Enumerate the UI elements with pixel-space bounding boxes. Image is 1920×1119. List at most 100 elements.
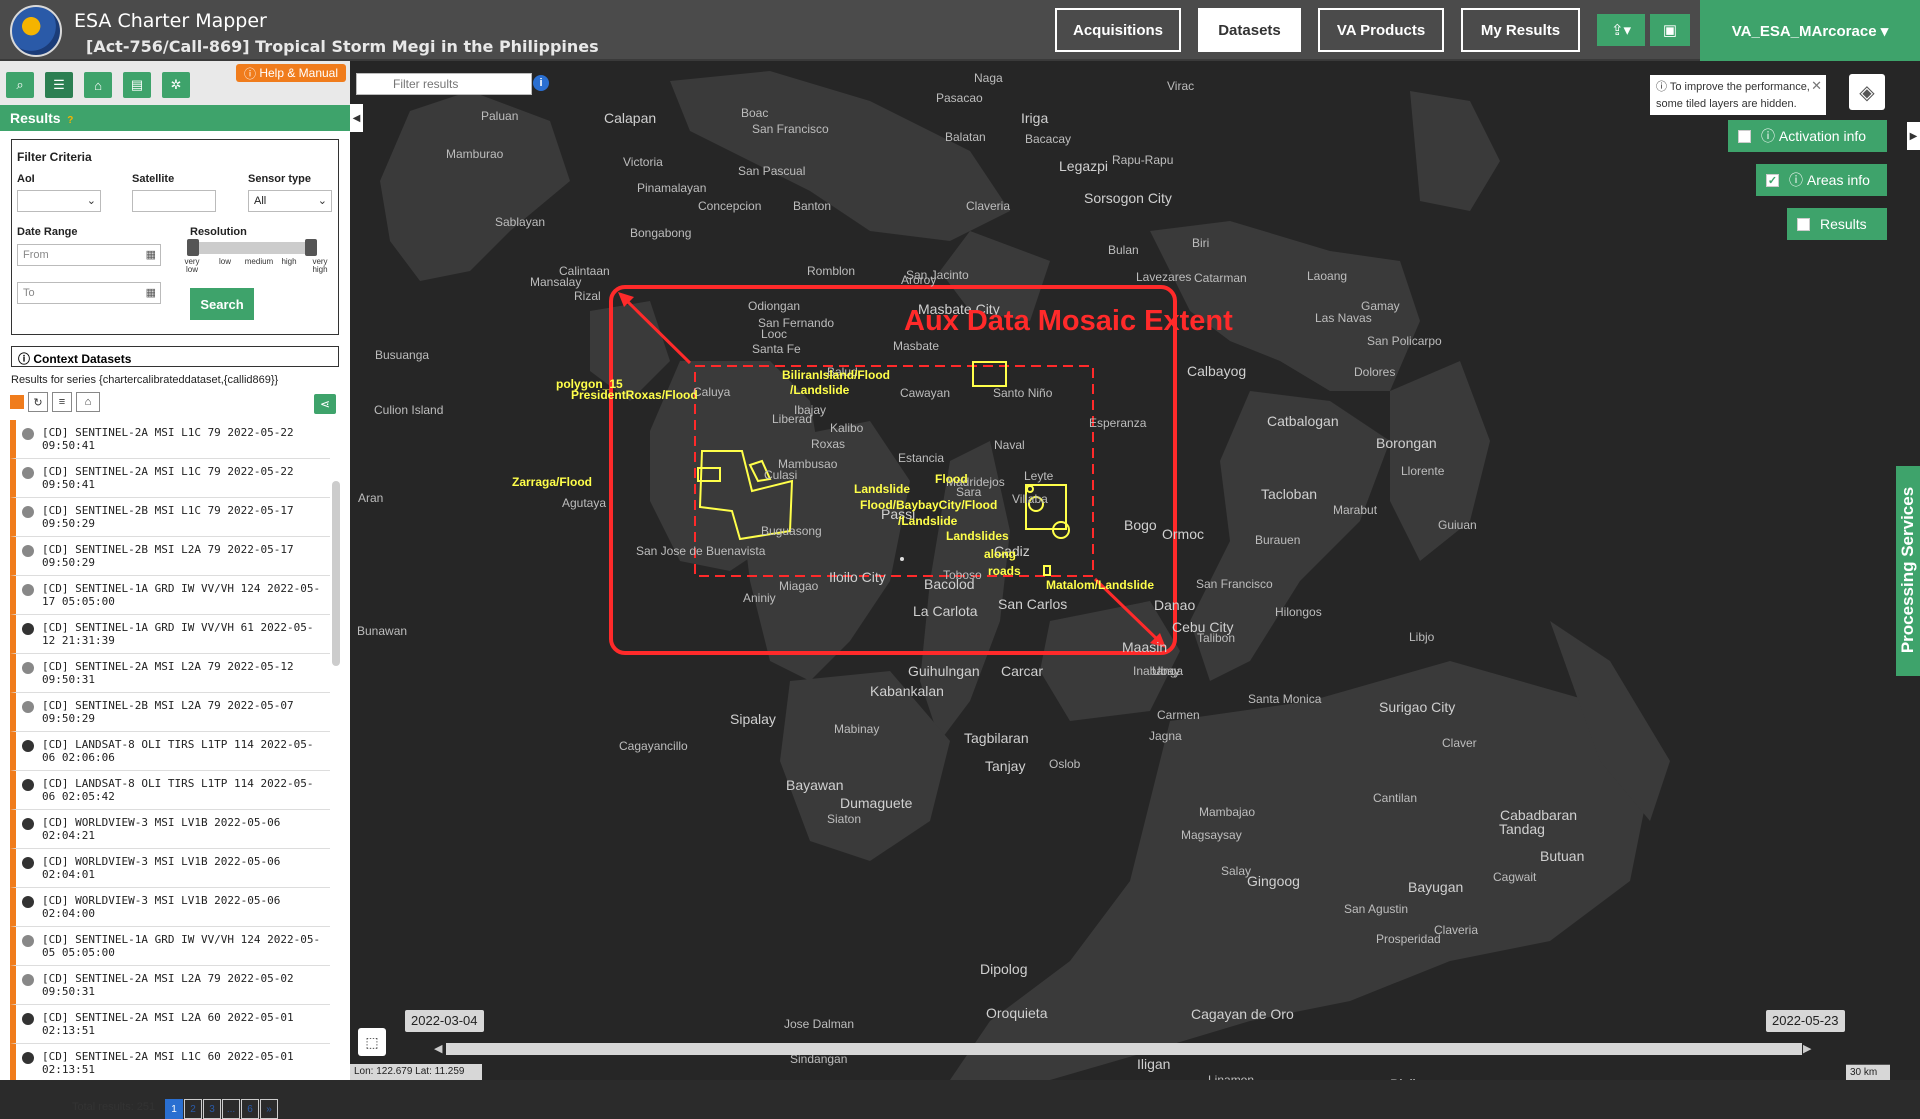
aoi-label[interactable]: Flood/BaybayCity/Flood: [860, 499, 997, 512]
briefcase-icon[interactable]: ▣: [1650, 14, 1690, 46]
calendar-icon[interactable]: ▦: [146, 286, 156, 299]
nav-acquisitions-button[interactable]: Acquisitions: [1055, 8, 1181, 52]
search-button[interactable]: Search: [190, 288, 254, 320]
page-button[interactable]: 2: [184, 1099, 202, 1119]
select-all-checkbox[interactable]: [10, 395, 24, 409]
map-place-label: Sablayan: [495, 215, 546, 229]
result-item[interactable]: [CD] SENTINEL-2A MSI L1C 60 2022-05-01 0…: [10, 1044, 330, 1080]
map-place-label: Balatan: [945, 130, 986, 144]
upload-caret-icon[interactable]: ⇪▾: [1597, 14, 1645, 46]
timeline-left-handle-icon[interactable]: ◀: [434, 1042, 442, 1055]
result-item-label: [CD] SENTINEL-1A GRD IW VV/VH 124 2022-0…: [42, 582, 321, 608]
areas-info-checkbox[interactable]: ✓: [1766, 173, 1779, 187]
activation-info-label: Activation info: [1778, 128, 1867, 144]
timeline-right-handle-icon[interactable]: ▶: [1803, 1042, 1811, 1055]
aoi-label[interactable]: along: [984, 548, 1016, 561]
page-button[interactable]: ...: [222, 1099, 240, 1119]
refresh-icon[interactable]: ↻: [28, 392, 48, 412]
aoi-label[interactable]: /Landslide: [790, 384, 849, 397]
date-to-input[interactable]: To ▦: [17, 282, 161, 304]
date-from-input[interactable]: From ▦: [17, 244, 161, 266]
basket-icon[interactable]: ⌂: [84, 72, 112, 98]
aoi-label[interactable]: PresidentRoxas/Flood: [571, 389, 698, 402]
satellite-input[interactable]: [132, 190, 216, 212]
page-button[interactable]: »: [260, 1099, 278, 1119]
info-icon[interactable]: i: [533, 75, 549, 91]
context-datasets-header[interactable]: ⓘ Context Datasets: [11, 346, 339, 367]
result-item[interactable]: [CD] SENTINEL-2A MSI L2A 79 2022-05-12 0…: [10, 654, 330, 693]
gear-icon[interactable]: ✲: [162, 72, 190, 98]
page-button[interactable]: 1: [165, 1099, 183, 1119]
nav-datasets-button[interactable]: Datasets: [1198, 8, 1301, 52]
result-item[interactable]: [CD] WORLDVIEW-3 MSI LV1B 2022-05-06 02:…: [10, 810, 330, 849]
result-item-label: [CD] SENTINEL-2B MSI L2A 79 2022-05-17 0…: [42, 543, 294, 569]
resolution-min-handle[interactable]: [187, 239, 199, 256]
aoi-label[interactable]: Zarraga/Flood: [512, 476, 592, 489]
aoi-label[interactable]: Matalom/Landslide: [1046, 579, 1154, 592]
aoi-label[interactable]: BiliranIsland/Flood: [782, 369, 890, 382]
activation-title: [Act-756/Call-869] Tropical Storm Megi i…: [86, 37, 599, 56]
close-icon[interactable]: ✕: [1811, 77, 1822, 94]
page-button[interactable]: 6: [241, 1099, 259, 1119]
help-circle-icon[interactable]: ?: [64, 115, 73, 126]
activation-info-checkbox[interactable]: [1738, 129, 1751, 143]
page-button[interactable]: 3: [203, 1099, 221, 1119]
result-item-label: [CD] LANDSAT-8 OLI TIRS L1TP 114 2022-05…: [42, 738, 314, 764]
performance-notice-text: To improve the performance, some tiled l…: [1656, 81, 1810, 110]
map-place-label: Naval: [994, 438, 1025, 452]
results-toggle[interactable]: Results: [1787, 208, 1887, 240]
map-place-label: Oslob: [1049, 757, 1081, 771]
aoi-select[interactable]: ⌄: [17, 190, 101, 212]
user-menu[interactable]: VA_ESA_MArcorace ▾: [1700, 0, 1920, 61]
calendar-icon[interactable]: ▦: [146, 248, 156, 261]
share-icon[interactable]: ⋖: [314, 394, 336, 414]
right-panel-collapse-button[interactable]: ▶: [1907, 122, 1920, 150]
map-place-label: Borongan: [1376, 435, 1437, 451]
result-item[interactable]: [CD] SENTINEL-2A MSI L2A 79 2022-05-02 0…: [10, 966, 330, 1005]
map-place-label: Odiongan: [748, 299, 801, 313]
search-icon[interactable]: ⌕: [6, 72, 34, 98]
result-item[interactable]: [CD] SENTINEL-2B MSI L2A 79 2022-05-07 0…: [10, 693, 330, 732]
result-item[interactable]: [CD] SENTINEL-2A MSI L2A 60 2022-05-01 0…: [10, 1005, 330, 1044]
processing-services-label[interactable]: Processing Services: [1896, 465, 1920, 675]
list-view-icon[interactable]: ≡: [52, 392, 72, 412]
draw-area-icon[interactable]: ⬚: [358, 1028, 386, 1056]
archive-icon[interactable]: ▤: [123, 72, 151, 98]
result-item[interactable]: [CD] SENTINEL-1A GRD IW VV/VH 61 2022-05…: [10, 615, 330, 654]
nav-my-results-button[interactable]: My Results: [1461, 8, 1580, 52]
result-item[interactable]: [CD] LANDSAT-8 OLI TIRS L1TP 114 2022-05…: [10, 732, 330, 771]
esa-charter-logo[interactable]: [10, 5, 62, 57]
results-checkbox[interactable]: [1797, 217, 1810, 231]
aoi-label[interactable]: Flood: [935, 473, 968, 486]
timeline-slider[interactable]: [446, 1043, 1802, 1055]
result-item[interactable]: [CD] SENTINEL-1A GRD IW VV/VH 124 2022-0…: [10, 576, 330, 615]
result-item[interactable]: [CD] SENTINEL-1A GRD IW VV/VH 124 2022-0…: [10, 927, 330, 966]
resolution-max-handle[interactable]: [305, 239, 317, 256]
result-item[interactable]: [CD] LANDSAT-8 OLI TIRS L1TP 114 2022-05…: [10, 771, 330, 810]
sensor-type-select[interactable]: All ⌄: [248, 190, 332, 212]
aoi-label[interactable]: Landslides: [946, 530, 1009, 543]
list-icon[interactable]: ☰: [45, 72, 73, 98]
result-item[interactable]: [CD] SENTINEL-2A MSI L1C 79 2022-05-22 0…: [10, 420, 330, 459]
activation-info-toggle[interactable]: ⓘ Activation info: [1728, 120, 1887, 152]
result-item[interactable]: [CD] SENTINEL-2B MSI L1C 79 2022-05-17 0…: [10, 498, 330, 537]
sidebar-collapse-button[interactable]: ◀: [350, 104, 363, 132]
map-canvas[interactable]: [350, 61, 1920, 1080]
resolution-slider[interactable]: [187, 239, 317, 256]
result-item[interactable]: [CD] SENTINEL-2A MSI L1C 79 2022-05-22 0…: [10, 459, 330, 498]
map-view[interactable]: Naga Virac Pasacao Boac Paluan Calapan Iriga Sa…: [350, 61, 1920, 1080]
aoi-label[interactable]: Landslide: [854, 483, 910, 496]
nav-va-products-button[interactable]: VA Products: [1318, 8, 1444, 52]
help-manual-button[interactable]: ⓘ Help & Manual: [236, 64, 346, 82]
areas-info-toggle[interactable]: ✓ ⓘ Areas info: [1756, 164, 1887, 196]
basket-add-icon[interactable]: ⌂: [76, 392, 100, 412]
result-list-scrollbar[interactable]: [332, 481, 340, 666]
result-item[interactable]: [CD] SENTINEL-2B MSI L2A 79 2022-05-17 0…: [10, 537, 330, 576]
result-item[interactable]: [CD] WORLDVIEW-3 MSI LV1B 2022-05-06 02:…: [10, 888, 330, 927]
aoi-label[interactable]: roads: [988, 565, 1021, 578]
aoi-label[interactable]: /Landslide: [898, 515, 957, 528]
filter-results-input[interactable]: [356, 73, 532, 95]
result-item[interactable]: [CD] WORLDVIEW-3 MSI LV1B 2022-05-06 02:…: [10, 849, 330, 888]
result-item-label: [CD] SENTINEL-2A MSI L1C 79 2022-05-22 0…: [42, 426, 294, 452]
layers-icon[interactable]: ◈: [1849, 74, 1885, 110]
